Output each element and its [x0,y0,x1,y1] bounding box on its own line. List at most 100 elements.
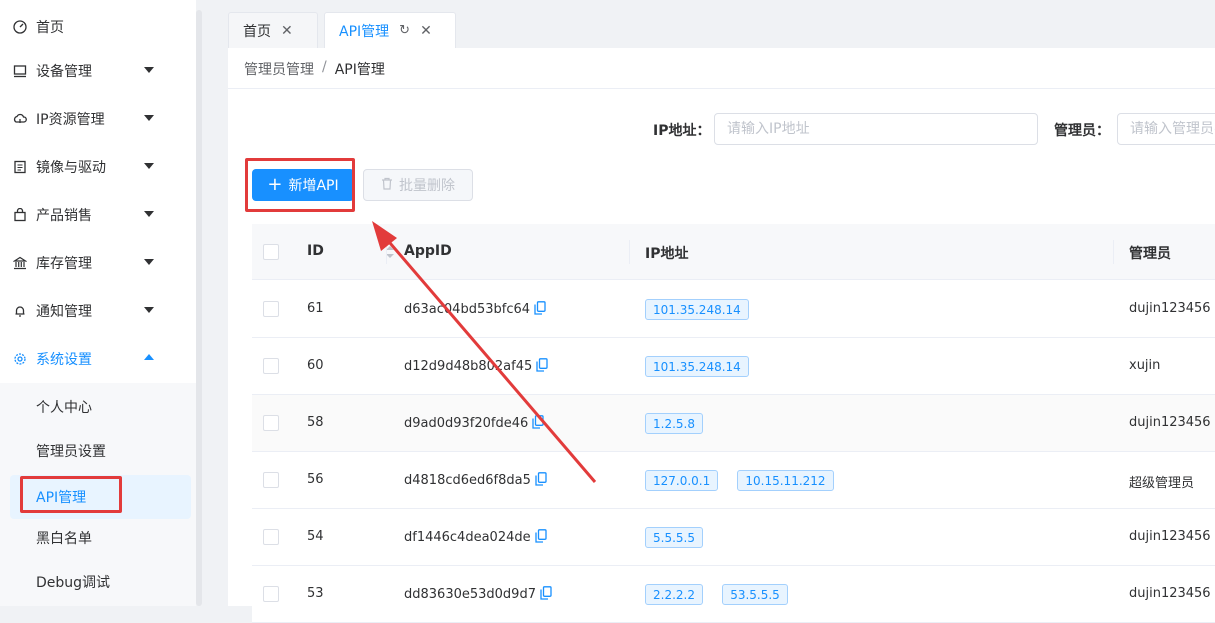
cell-id: 61 [307,301,324,316]
copy-icon[interactable] [532,415,544,429]
tab-label: 首页 [243,23,271,40]
copy-icon[interactable] [536,358,548,372]
refresh-icon[interactable]: ↻ [399,23,410,38]
cell-admin: dujin123456 [1129,586,1211,601]
sidebar-item-label: 通知管理 [36,304,92,320]
sidebar-item-ip[interactable]: IP资源管理 [0,95,196,143]
cloud-icon [12,111,28,127]
table-row: 60 d12d9d48b802af45 101.35.248.14 xujin [252,338,1215,395]
gear-icon [12,351,28,367]
sidebar-subitem-label: 管理员设置 [36,444,106,460]
row-checkbox[interactable] [263,301,279,317]
sidebar-subitem-debug[interactable]: Debug调试 [0,560,196,604]
copy-icon[interactable] [540,586,552,600]
tab-home[interactable]: 首页 ✕ [228,12,318,48]
bell-icon [12,303,28,319]
appid-text: d4818cd6ed6f8da5 [404,473,531,488]
ip-tag: 10.15.11.212 [737,470,834,491]
row-checkbox[interactable] [263,529,279,545]
sidebar-subitem-label: 黑白名单 [36,531,92,547]
row-checkbox[interactable] [263,586,279,602]
cell-id: 53 [307,586,324,601]
cell-appid: dd83630e53d0d9d7 [404,586,552,602]
main-content: 首页 ✕ API管理 ↻ ✕ 管理员管理 / API管理 IP地址： 管理员： … [228,0,1215,623]
table-header: ID AppID IP地址 管理员 [252,224,1215,280]
add-api-label: 新增API [288,178,339,194]
sidebar-item-label: 设备管理 [36,64,92,80]
table-row: 53 dd83630e53d0d9d7 2.2.2.2 53.5.5.5 dujin12… [252,566,1215,623]
admin-filter-label: 管理员： [1054,123,1110,139]
batch-delete-label: 批量删除 [399,178,455,194]
table-row: 61 d63ac04bd53bfc64 101.35.248.14 dujin1234… [252,281,1215,338]
sidebar-item-sales[interactable]: 产品销售 [0,191,196,239]
sidebar-subitem-label: 个人中心 [36,400,92,416]
copy-icon[interactable] [535,472,547,486]
breadcrumb-current: API管理 [334,62,385,78]
sidebar-item-inventory[interactable]: 库存管理 [0,239,196,287]
appid-text: df1446c4dea024de [404,530,531,545]
table-row: 54 df1446c4dea024de 5.5.5.5 dujin123456 [252,509,1215,566]
tab-label: API管理 [339,23,390,40]
sidebar-subitem-blacklist[interactable]: 黑白名单 [0,516,196,560]
trash-icon [381,177,393,194]
sidebar-scrollbar[interactable] [196,10,202,606]
chevron-down-icon [144,307,154,313]
add-api-button[interactable]: + 新增API [252,169,354,201]
sidebar-item-settings[interactable]: 系统设置 [0,335,196,383]
chevron-down-icon [144,67,154,73]
sidebar-item-label: 首页 [36,20,64,36]
bank-icon [12,255,28,271]
breadcrumb-separator: / [322,59,327,75]
cell-appid: d12d9d48b802af45 [404,358,548,374]
chevron-down-icon [144,163,154,169]
tab-api[interactable]: API管理 ↻ ✕ [324,12,456,48]
sidebar-item-label: IP资源管理 [36,112,105,128]
close-icon[interactable]: ✕ [281,23,293,39]
plus-icon: + [267,174,283,195]
close-icon[interactable]: ✕ [420,23,432,39]
table-row: 56 d4818cd6ed6f8da5 127.0.0.1 10.15.11.212 超… [252,452,1215,509]
row-checkbox[interactable] [263,415,279,431]
row-checkbox[interactable] [263,472,279,488]
copy-icon[interactable] [534,529,547,543]
cell-admin: 超级管理员 [1129,476,1195,491]
appid-text: d12d9d48b802af45 [404,359,533,374]
copy-icon[interactable] [534,301,546,315]
sidebar-item-device[interactable]: 设备管理 [0,47,196,95]
sidebar-item-image[interactable]: 镜像与驱动 [0,143,196,191]
sidebar-item-home[interactable]: 首页 [0,3,196,51]
ip-tag: 2.2.2.2 [645,584,703,605]
select-all-checkbox[interactable] [263,244,279,260]
cell-appid: d9ad0d93f20fde46 [404,415,544,431]
ip-tag: 101.35.248.14 [645,299,749,320]
sidebar-item-notice[interactable]: 通知管理 [0,287,196,335]
sidebar-subitem-admin-settings[interactable]: 管理员设置 [0,429,196,473]
sidebar-item-label: 系统设置 [36,352,92,368]
cell-id: 56 [307,472,324,487]
sidebar-item-label: 库存管理 [36,256,92,272]
row-checkbox[interactable] [263,358,279,374]
sidebar-item-label: 镜像与驱动 [36,160,106,176]
sidebar-subitem-api[interactable]: API管理 [10,475,191,519]
breadcrumb-parent[interactable]: 管理员管理 [244,59,314,79]
ip-filter-input[interactable] [714,113,1038,145]
chevron-up-icon [144,354,154,360]
sidebar-subitem-label: API管理 [36,490,87,506]
admin-filter-input[interactable] [1117,113,1215,145]
table-row: 58 d9ad0d93f20fde46 1.2.5.8 dujin123456 [252,395,1215,452]
tabs-bar: 首页 ✕ API管理 ↻ ✕ [228,0,1215,48]
column-header-id[interactable]: ID [307,243,324,259]
ip-tag: 1.2.5.8 [645,413,703,434]
column-header-appid: AppID [404,243,452,259]
ip-tag: 53.5.5.5 [722,584,788,605]
breadcrumb: 管理员管理 / API管理 [244,59,385,79]
settings-submenu: 个人中心 管理员设置 API管理 黑白名单 Debug调试 [0,383,196,606]
column-divider [386,240,387,264]
chevron-down-icon [144,211,154,217]
cell-admin: dujin123456 [1129,529,1211,544]
sidebar-subitem-profile[interactable]: 个人中心 [0,385,196,429]
ip-tag: 127.0.0.1 [645,470,719,491]
column-header-ip: IP地址 [645,246,689,262]
column-header-admin: 管理员 [1129,246,1171,262]
batch-delete-button[interactable]: 批量删除 [363,169,473,201]
